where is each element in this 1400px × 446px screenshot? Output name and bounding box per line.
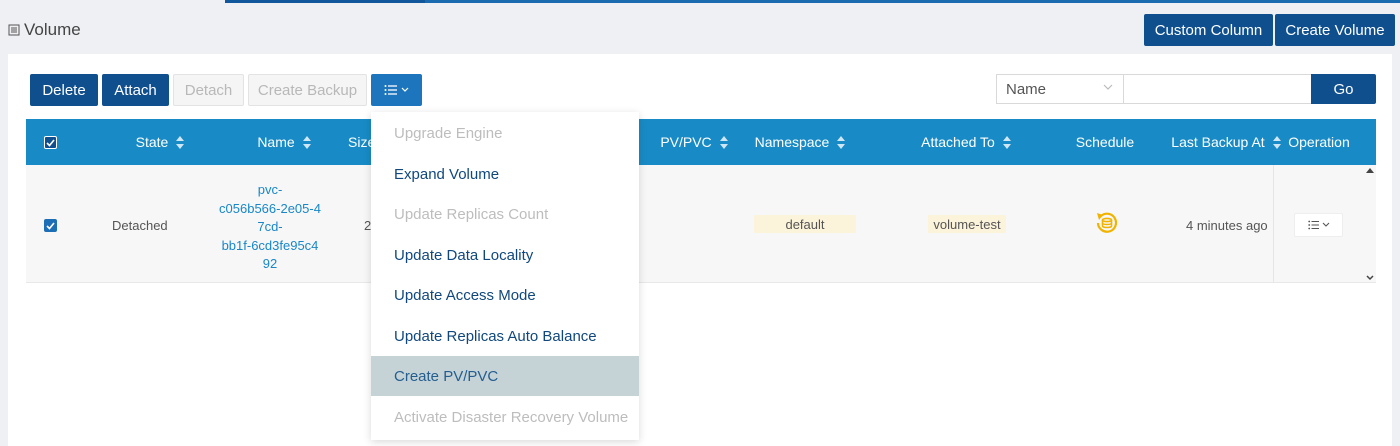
page-title-text: Volume <box>24 20 81 39</box>
volume-name-line: c056b566-2e05-4 <box>219 200 321 216</box>
table-header: State Name Size PV/PVC Namespace Attache… <box>26 119 1376 165</box>
create-volume-button[interactable]: Create Volume <box>1275 14 1395 46</box>
search-field-value: Name <box>1006 80 1047 98</box>
column-pv-pvc[interactable]: PV/PVC <box>644 119 744 165</box>
select-all-checkbox[interactable] <box>44 136 57 149</box>
menu-item-update-data-locality[interactable]: Update Data Locality <box>371 235 639 275</box>
column-namespace[interactable]: Namespace <box>744 119 856 165</box>
list-icon <box>1307 220 1319 230</box>
column-attached-to-label: Attached To <box>921 134 995 150</box>
menu-item-create-pv-pvc[interactable]: Create PV/PVC <box>371 356 639 396</box>
chevron-down-icon <box>1103 84 1113 90</box>
list-icon <box>8 24 20 36</box>
sort-icon <box>1272 135 1281 149</box>
scroll-down-icon[interactable] <box>1365 273 1375 283</box>
check-icon <box>46 138 55 147</box>
menu-item-expand-volume[interactable]: Expand Volume <box>371 154 639 194</box>
operation-column-divider <box>1273 165 1274 283</box>
attached-to-link[interactable]: volume-test <box>928 215 1006 233</box>
chevron-down-icon <box>401 87 409 92</box>
column-pv-pvc-label: PV/PVC <box>660 134 712 150</box>
column-operation: Operation <box>1284 119 1354 165</box>
sort-icon <box>302 135 311 149</box>
go-button[interactable]: Go <box>1311 74 1376 104</box>
column-name-label: Name <box>257 134 295 150</box>
column-state[interactable]: State <box>96 119 224 165</box>
sort-icon <box>176 135 185 149</box>
scroll-up-icon[interactable] <box>1365 166 1375 176</box>
menu-item-activate-disaster-recovery-volume[interactable]: Activate Disaster Recovery Volume <box>371 397 639 437</box>
sort-icon <box>837 135 846 149</box>
column-schedule: Schedule <box>1066 119 1144 165</box>
menu-item-update-access-mode[interactable]: Update Access Mode <box>371 275 639 315</box>
delete-button[interactable]: Delete <box>30 74 98 106</box>
menu-item-upgrade-engine[interactable]: Upgrade Engine <box>371 113 639 153</box>
page-title: Volume <box>8 20 81 40</box>
row-operation-button[interactable] <box>1294 213 1343 237</box>
sort-icon <box>719 135 728 149</box>
column-schedule-label: Schedule <box>1075 134 1135 150</box>
column-state-label: State <box>135 134 169 150</box>
menu-item-update-replicas-auto-balance[interactable]: Update Replicas Auto Balance <box>371 316 639 356</box>
column-name[interactable]: Name <box>226 119 342 165</box>
create-backup-button[interactable]: Create Backup <box>248 74 367 106</box>
namespace-tag: default <box>754 215 856 233</box>
volume-name-line: 7cd- <box>257 219 283 234</box>
attach-button[interactable]: Attach <box>102 74 169 106</box>
volume-actions-menu: Upgrade Engine Expand Volume Update Repl… <box>371 112 639 440</box>
volume-name-line: 92 <box>262 256 278 271</box>
last-backup-time: 4 minutes ago <box>1186 218 1268 233</box>
volume-name-line: pvc- <box>257 182 283 197</box>
custom-column-button[interactable]: Custom Column <box>1144 14 1273 46</box>
row-checkbox[interactable] <box>44 219 57 232</box>
column-operation-label: Operation <box>1288 134 1350 150</box>
column-namespace-label: Namespace <box>754 134 830 150</box>
column-attached-to[interactable]: Attached To <box>906 119 1026 165</box>
chevron-down-icon <box>1322 222 1329 227</box>
schedule-icon[interactable] <box>1094 210 1120 236</box>
more-actions-button[interactable] <box>371 74 422 106</box>
column-last-backup-at[interactable]: Last Backup At <box>1171 119 1281 165</box>
volume-state: Detached <box>112 218 168 233</box>
detach-button[interactable]: Detach <box>173 74 244 106</box>
check-icon <box>46 221 55 230</box>
volume-name-line: bb1f-6cd3fe95c4 <box>221 237 319 253</box>
volume-name-link[interactable]: pvc- c056b566-2e05-4 7cd- bb1f-6cd3fe95c… <box>212 181 328 274</box>
search-input[interactable] <box>1123 74 1312 104</box>
column-last-backup-label: Last Backup At <box>1171 134 1265 150</box>
sort-icon <box>1002 135 1011 149</box>
menu-item-update-replicas-count[interactable]: Update Replicas Count <box>371 194 639 234</box>
list-icon <box>384 85 397 95</box>
top-progress-line <box>0 0 1400 3</box>
search-field-select[interactable]: Name <box>996 74 1124 104</box>
